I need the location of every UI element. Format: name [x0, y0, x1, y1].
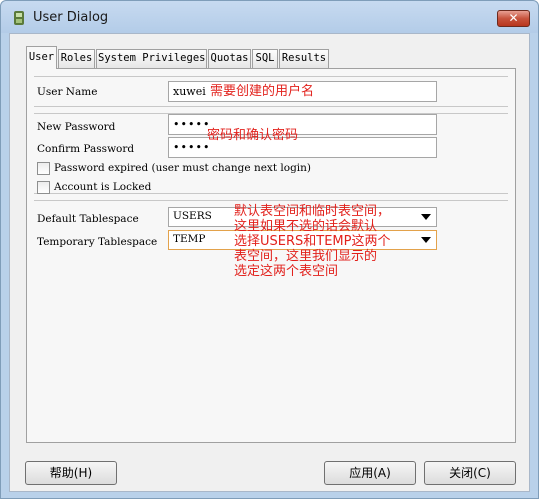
username-annotation: 需要创建的用户名 — [210, 84, 315, 99]
title-bar[interactable]: User Dialog ✕ — [1, 1, 538, 33]
tab-roles[interactable]: Roles — [58, 49, 95, 68]
account-locked-checkbox[interactable] — [37, 181, 50, 194]
annotation-line: 这里如果不选的话会默认 — [234, 219, 378, 234]
default-tablespace-label: Default Tablespace — [37, 213, 139, 225]
help-button[interactable]: 帮助(H) — [25, 461, 117, 485]
password-expired-checkbox[interactable] — [37, 162, 50, 175]
annotation-line: 选择USERS和TEMP这两个 — [234, 234, 391, 249]
close-button[interactable]: 关闭(C) — [424, 461, 516, 485]
account-locked-label: Account is Locked — [54, 181, 152, 193]
close-window-button[interactable]: ✕ — [497, 10, 530, 27]
tab-user[interactable]: User — [26, 46, 57, 69]
chevron-down-icon — [421, 237, 431, 243]
annotation-line: 选定这两个表空间 — [234, 264, 339, 279]
chevron-down-icon — [421, 214, 431, 220]
dialog-client-area: User Roles System Privileges Quotas SQL … — [9, 33, 530, 492]
password-expired-label: Password expired (user must change next … — [54, 162, 312, 174]
tablespace-group: Default Tablespace USERS Temporary Table… — [34, 200, 508, 447]
user-tab-panel: User Name xuwei 需要创建的用户名 New Password ••… — [26, 68, 516, 443]
tab-quotas[interactable]: Quotas — [208, 49, 251, 68]
default-tablespace-value: USERS — [173, 210, 212, 222]
apply-button[interactable]: 应用(A) — [324, 461, 416, 485]
password-annotation: 密码和确认密码 — [207, 128, 299, 143]
tab-sql[interactable]: SQL — [252, 49, 278, 68]
user-dialog-window: User Dialog ✕ User Roles System Privileg… — [0, 0, 539, 499]
tab-results[interactable]: Results — [279, 49, 329, 68]
new-password-label: New Password — [37, 121, 116, 133]
confirm-password-label: Confirm Password — [37, 143, 135, 155]
annotation-line: 表空间，这里我们显示的 — [234, 249, 378, 264]
password-group: New Password ••••• Confirm Password ••••… — [34, 113, 508, 194]
username-group: User Name xuwei 需要创建的用户名 — [34, 76, 508, 107]
window-title: User Dialog — [33, 10, 109, 25]
temporary-tablespace-value: TEMP — [173, 233, 206, 245]
annotation-line: 默认表空间和临时表空间， — [234, 204, 391, 219]
username-label: User Name — [37, 86, 98, 98]
user-dialog-app-icon — [14, 11, 24, 25]
tab-system-privileges[interactable]: System Privileges — [96, 49, 207, 68]
temporary-tablespace-label: Temporary Tablespace — [37, 236, 158, 248]
tablespace-annotation: 默认表空间和临时表空间， 这里如果不选的话会默认 选择USERS和TEMP这两个… — [234, 204, 390, 279]
